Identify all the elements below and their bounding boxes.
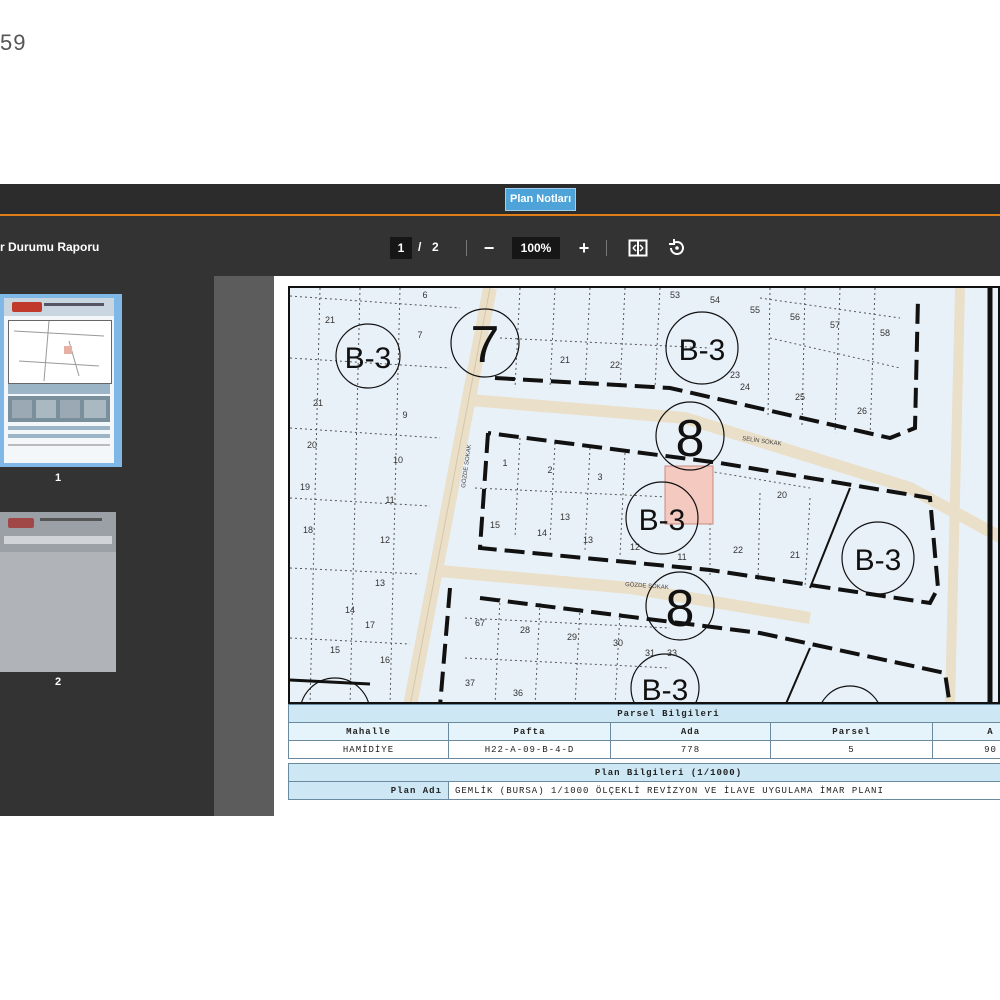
document-viewer: B-3 B-3 B-3 B-3 B-3 7 8 8 SELİN SOKAK GÖ… — [214, 276, 1000, 816]
toolbar-divider — [466, 240, 467, 256]
parcel-number: 33 — [667, 648, 677, 658]
column-header: Mahalle — [288, 722, 449, 741]
viewer-toolbar: r Durumu Raporu 1 / 2 − 100% + — [0, 216, 1000, 276]
parcel-number: 15 — [490, 520, 500, 530]
parcel-number: 15 — [330, 645, 340, 655]
parcel-number: 20 — [777, 490, 787, 500]
zoom-out-button[interactable]: − — [478, 236, 500, 260]
parcel-number: 11 — [385, 495, 394, 505]
column-header: Pafta — [448, 722, 611, 741]
parcel-number: 30 — [613, 638, 623, 648]
column-header: Parsel — [770, 722, 933, 741]
page-thumbnail-2[interactable] — [0, 512, 116, 672]
parcel-number: 22 — [733, 545, 743, 555]
plan-info-table: Plan Bilgileri (1/1000) Plan Adı GEMLİK … — [287, 763, 1000, 800]
parcel-number: 28 — [520, 625, 530, 635]
fit-page-icon — [628, 239, 648, 257]
parcel-number: 21 — [790, 550, 800, 560]
plan-info-title: Plan Bilgileri (1/1000) — [287, 763, 1000, 782]
fit-page-button[interactable] — [627, 236, 649, 260]
table-cell: HAMİDİYE — [288, 740, 449, 759]
zone-label: B-3 — [642, 674, 689, 704]
plan-notes-tab[interactable]: Plan Notları — [505, 188, 577, 211]
parcel-number: 67 — [475, 618, 485, 628]
document-title: r Durumu Raporu — [0, 240, 100, 254]
parcel-number: 2 — [547, 465, 552, 475]
zone-label: B-3 — [679, 334, 726, 367]
thumbnail-sidebar: 1 2 — [0, 276, 214, 816]
road-number: 7 — [471, 316, 500, 374]
column-header: Ada — [610, 722, 771, 741]
zoom-in-button[interactable]: + — [573, 236, 595, 260]
parcel-number: 24 — [740, 382, 750, 392]
plan-name-label: Plan Adı — [288, 781, 449, 800]
parcel-number: 17 — [365, 620, 375, 630]
parcel-number: 31 — [645, 648, 655, 658]
corner-number: 59 — [0, 30, 27, 55]
current-page-input[interactable]: 1 — [390, 237, 412, 259]
top-bar: Plan Notları — [0, 184, 1000, 216]
parcel-number: 37 — [465, 678, 475, 688]
page-thumbnail-2-label: 2 — [54, 676, 62, 688]
parcel-number: 18 — [303, 525, 313, 535]
parcel-number: 6 — [422, 290, 427, 300]
parcel-number: 19 — [300, 482, 310, 492]
parcel-number: 21 — [325, 315, 335, 325]
zoom-level-input[interactable]: 100% — [512, 237, 560, 259]
parcel-number: 26 — [857, 406, 867, 416]
column-header: A — [932, 722, 1000, 741]
parcel-number: 20 — [307, 440, 317, 450]
parcel-number: 56 — [790, 312, 800, 322]
parcel-number: 14 — [537, 528, 547, 538]
pdf-viewer-window: Plan Notları r Durumu Raporu 1 / 2 − 100… — [0, 184, 1000, 816]
parcel-info-table: Parsel Bilgileri Mahalle Pafta Ada Parse… — [288, 704, 1000, 759]
parcel-number: 7 — [417, 330, 422, 340]
parcel-number: 57 — [830, 320, 840, 330]
page-separator: / — [418, 240, 422, 254]
zone-label: B-3 — [639, 504, 686, 537]
parcel-number: 54 — [710, 295, 720, 305]
parcel-number: 16 — [380, 655, 390, 665]
parcel-number: 9 — [402, 410, 407, 420]
road-number: 8 — [666, 580, 695, 638]
table-cell: 90 — [932, 740, 1000, 759]
page-thumbnail-1-label: 1 — [54, 472, 62, 484]
rotate-button[interactable] — [666, 236, 688, 260]
parcel-number: 12 — [380, 535, 390, 545]
parcel-number: 1 — [502, 458, 507, 468]
total-pages: 2 — [432, 240, 439, 254]
parcel-number: 21 — [313, 398, 323, 408]
parcel-number: 23 — [730, 370, 740, 380]
document-page: B-3 B-3 B-3 B-3 B-3 7 8 8 SELİN SOKAK GÖ… — [274, 276, 1000, 816]
road-number: 8 — [676, 410, 705, 468]
table-cell: H22-A-09-B-4-D — [448, 740, 611, 759]
parcel-info-title: Parsel Bilgileri — [288, 704, 1000, 723]
parcel-number: 14 — [345, 605, 355, 615]
parcel-number: 12 — [630, 542, 640, 552]
parcel-number: 13 — [375, 578, 385, 588]
parcel-number: 13 — [583, 535, 593, 545]
parcel-number: 21 — [560, 355, 570, 365]
parcel-number: 53 — [670, 290, 680, 300]
parcel-number: 36 — [513, 688, 523, 698]
table-cell: 5 — [770, 740, 933, 759]
rotate-icon — [669, 239, 684, 255]
parcel-number: 3 — [597, 472, 602, 482]
zone-label: B-3 — [855, 544, 902, 577]
parcel-number: 22 — [610, 360, 620, 370]
toolbar-divider — [606, 240, 607, 256]
parcel-number: 13 — [560, 512, 570, 522]
parcel-number: 55 — [750, 305, 760, 315]
zone-label: B-3 — [345, 342, 392, 375]
parcel-number: 25 — [795, 392, 805, 402]
parcel-number: 58 — [880, 328, 890, 338]
table-cell: 778 — [610, 740, 771, 759]
parcel-number: 29 — [567, 632, 577, 642]
zoning-map: B-3 B-3 B-3 B-3 B-3 7 8 8 SELİN SOKAK GÖ… — [288, 286, 1000, 704]
page-thumbnail-1[interactable] — [0, 294, 122, 467]
plan-name-value: GEMLİK (BURSA) 1/1000 ÖLÇEKLİ REVİZYON V… — [447, 781, 1000, 800]
info-tables: Parsel Bilgileri Mahalle Pafta Ada Parse… — [287, 704, 1000, 800]
parcel-number: 10 — [393, 455, 403, 465]
parcel-number: 11 — [677, 552, 686, 562]
